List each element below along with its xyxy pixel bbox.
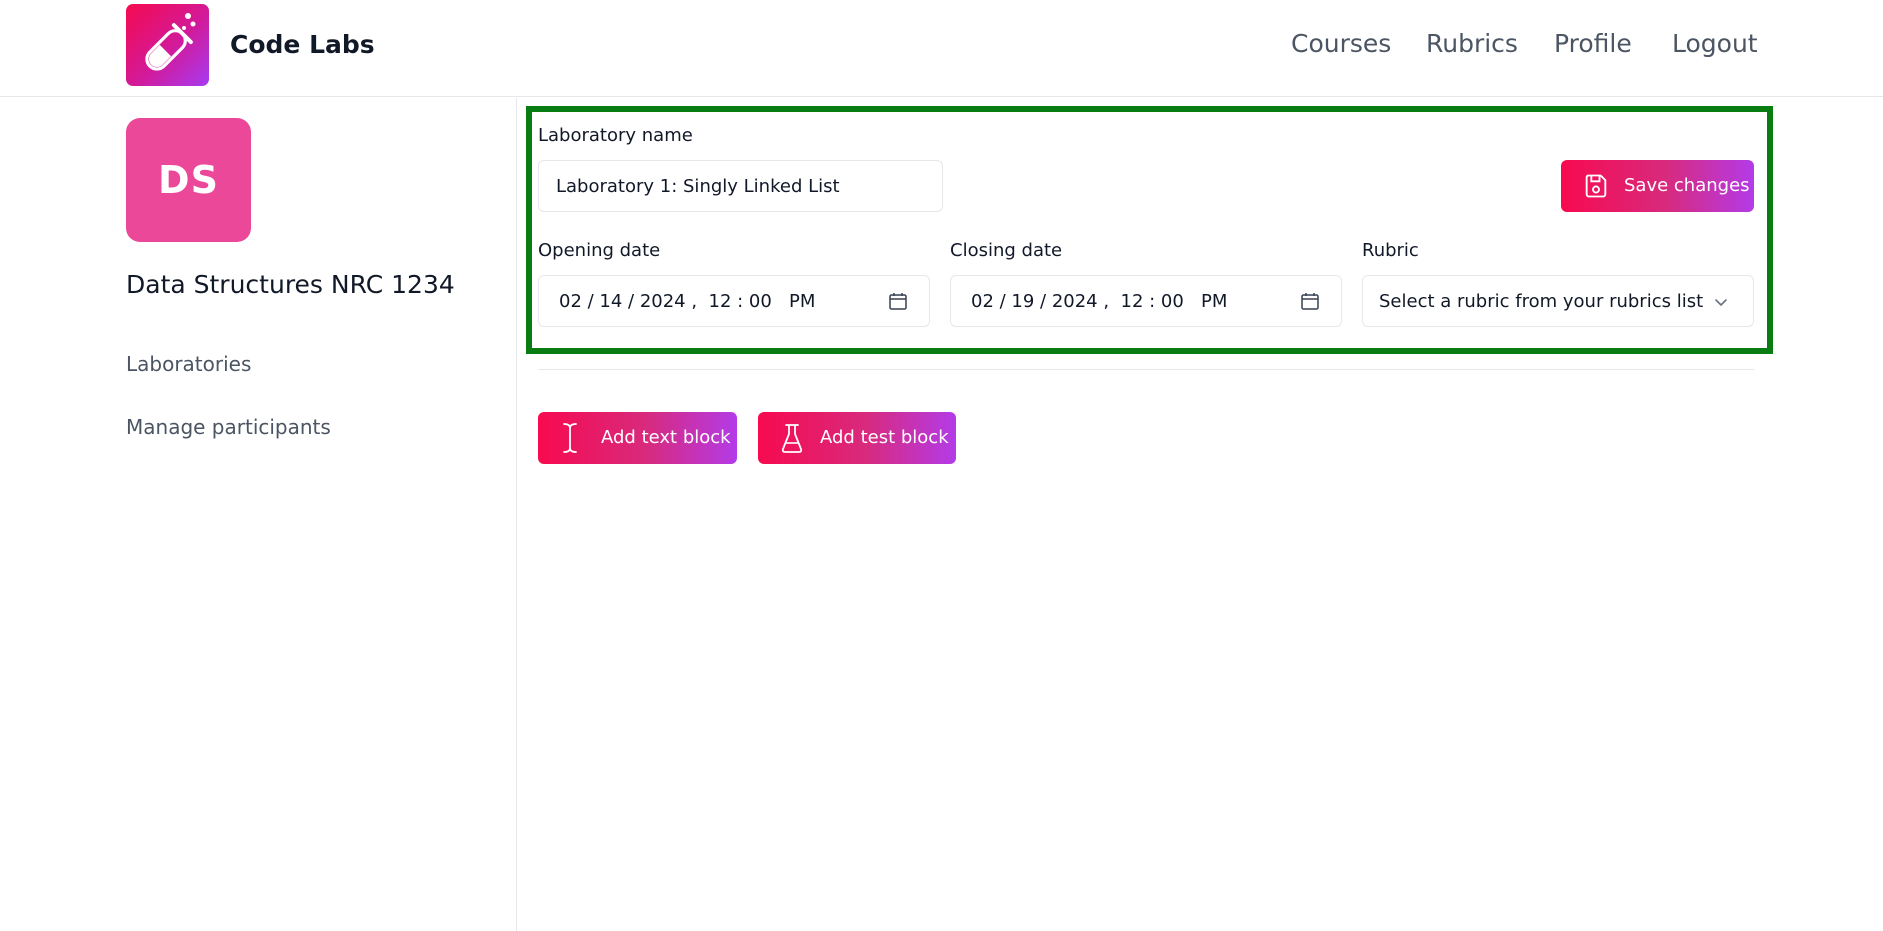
opening-date-label: Opening date [538,240,661,261]
chevron-down-icon [1715,299,1727,306]
rubric-select[interactable]: Select a rubric from your rubrics list [1362,275,1754,327]
text-cursor-icon [563,423,577,453]
sidebar-item-manage-participants[interactable]: Manage participants [126,415,331,439]
closing-date-label: Closing date [950,240,1063,261]
test-tube-icon [145,13,196,71]
calendar-icon[interactable] [1300,291,1320,311]
save-icon [1585,174,1607,198]
laboratory-name-label: Laboratory name [538,125,693,146]
sidebar-item-laboratories[interactable]: Laboratories [126,352,251,376]
nav-courses[interactable]: Courses [1291,29,1391,58]
opening-date-value: 02 / 14 / 2024 , 12 : 00 PM [559,290,816,312]
section-divider [538,369,1754,370]
rubric-select-value: Select a rubric from your rubrics list [1379,290,1704,312]
course-avatar: DS [126,118,251,242]
laboratory-name-input[interactable]: Laboratory 1: Singly Linked List [538,160,943,212]
add-text-block-button[interactable]: Add text block [538,412,737,464]
top-navbar: Code Labs Courses Rubrics Profile Logout [0,0,1883,97]
save-changes-label: Save changes [1624,175,1750,196]
opening-date-input[interactable]: 02 / 14 / 2024 , 12 : 00 PM [538,275,930,327]
rubric-label: Rubric [1362,240,1419,261]
logo[interactable] [126,4,209,86]
add-test-block-button[interactable]: Add test block [758,412,956,464]
laboratory-name-value: Laboratory 1: Singly Linked List [556,175,840,197]
add-text-block-label: Add text block [601,427,731,448]
flask-icon [781,424,803,453]
nav-rubrics[interactable]: Rubrics [1426,29,1518,58]
save-changes-button[interactable]: Save changes [1561,160,1754,212]
nav-profile[interactable]: Profile [1554,29,1632,58]
course-title: Data Structures NRC 1234 [126,270,455,299]
closing-date-value: 02 / 19 / 2024 , 12 : 00 PM [971,290,1228,312]
closing-date-input[interactable]: 02 / 19 / 2024 , 12 : 00 PM [950,275,1342,327]
add-test-block-label: Add test block [820,427,949,448]
calendar-icon[interactable] [888,291,908,311]
nav-logout[interactable]: Logout [1672,29,1758,58]
brand-name: Code Labs [230,30,375,59]
sidebar-divider [516,98,517,931]
